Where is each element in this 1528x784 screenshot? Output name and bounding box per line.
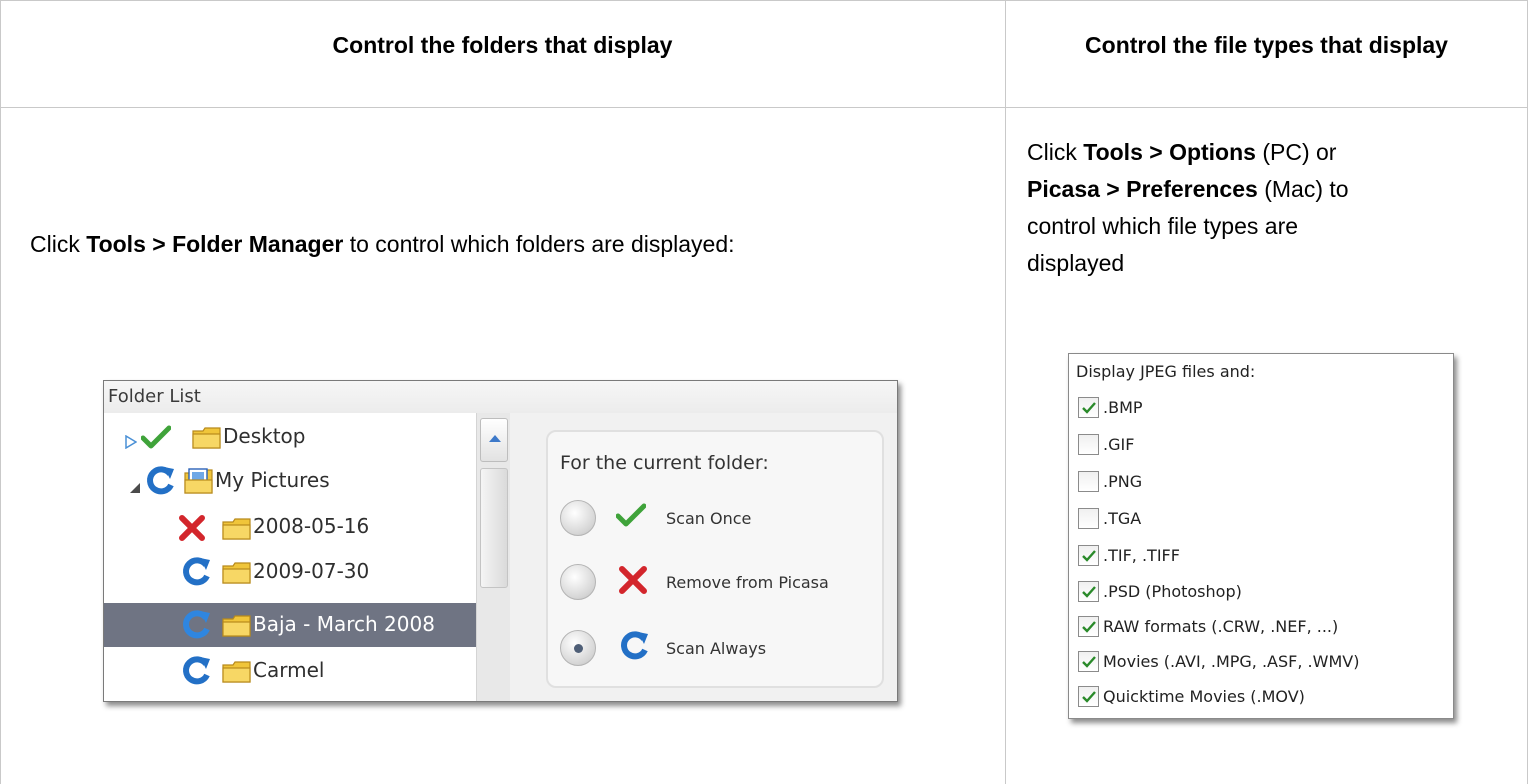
checkbox-bmp[interactable]: [1078, 397, 1099, 418]
folder-row-baja-march-2008[interactable]: Baja - March 2008: [104, 603, 476, 647]
folder-row-2008-05-16[interactable]: 2008-05-16: [104, 505, 476, 549]
file-types-panel: Display JPEG files and: .BMP .GIF .PNG .…: [1068, 353, 1454, 719]
checkmark-icon: [1082, 621, 1096, 633]
folder-name: My Pictures: [215, 468, 330, 492]
current-folder-options: For the current folder: Scan Once Remove…: [546, 430, 884, 688]
checkbox-quicktime[interactable]: [1078, 686, 1099, 707]
checkmark-icon: [1082, 550, 1096, 562]
instruction-line-4: displayed: [1027, 250, 1125, 276]
folder-row-my-pictures[interactable]: My Pictures: [104, 459, 476, 503]
grid-line-header-bottom: [0, 107, 1528, 108]
file-type-label: .PSD (Photoshop): [1103, 582, 1242, 601]
remove-x-icon: [178, 514, 206, 547]
remove-x-icon: [618, 565, 648, 600]
header-folders: Control the folders that display: [332, 32, 673, 58]
checkmark-icon: [1082, 402, 1096, 414]
checkbox-tif[interactable]: [1078, 545, 1099, 566]
file-type-label: RAW formats (.CRW, .NEF, ...): [1103, 617, 1339, 636]
folder-row-carmel[interactable]: Carmel: [104, 649, 476, 693]
folder-icon: [222, 615, 252, 642]
file-types-title: Display JPEG files and:: [1076, 362, 1256, 381]
refresh-icon: [180, 655, 212, 692]
instruction-menu-path: Tools > Folder Manager: [86, 231, 344, 257]
checkbox-tga[interactable]: [1078, 508, 1099, 529]
file-type-tga[interactable]: .TGA: [1078, 503, 1448, 533]
option-label: Scan Always: [666, 639, 767, 658]
folder-list-scrollbar[interactable]: [476, 413, 510, 701]
option-label: Scan Once: [666, 509, 752, 528]
checkbox-gif[interactable]: [1078, 434, 1099, 455]
folder-name: Desktop: [223, 424, 306, 448]
folder-name: 2008-05-16: [253, 514, 370, 538]
file-type-quicktime[interactable]: Quicktime Movies (.MOV): [1078, 681, 1448, 711]
file-type-label: .TGA: [1103, 509, 1142, 528]
folder-options-pane: For the current folder: Scan Once Remove…: [510, 413, 897, 701]
folder-list-title: Folder List: [104, 381, 897, 413]
file-type-label: .GIF: [1103, 435, 1135, 454]
folder-name: Baja - March 2008: [253, 612, 435, 636]
folder-icon: [222, 562, 252, 589]
folder-name: Carmel: [253, 658, 325, 682]
checkbox-movies[interactable]: [1078, 651, 1099, 672]
scroll-up-button[interactable]: [480, 418, 508, 462]
file-type-label: .TIF, .TIFF: [1103, 546, 1180, 565]
radio-selected-dot: [574, 644, 583, 653]
check-icon: [615, 503, 647, 532]
file-type-png[interactable]: .PNG: [1078, 466, 1448, 496]
folder-row-desktop[interactable]: Desktop: [104, 415, 476, 459]
file-types-instruction: Click Tools > Options (PC) or Picasa > P…: [1027, 134, 1507, 282]
refresh-icon: [180, 556, 212, 593]
checkbox-png[interactable]: [1078, 471, 1099, 492]
folder-name: 2009-07-30: [253, 559, 370, 583]
instruction-post: to control which folders are displayed:: [343, 231, 735, 257]
header-file-types: Control the file types that display: [1085, 32, 1448, 58]
my-pictures-folder-icon: [184, 468, 214, 499]
checkmark-icon: [1082, 691, 1096, 703]
file-type-label: .BMP: [1103, 398, 1143, 417]
instruction-line-3: control which file types are: [1027, 213, 1299, 239]
refresh-icon: [180, 609, 212, 646]
collapsed-triangle-icon[interactable]: [125, 430, 138, 454]
chevron-up-icon: [489, 435, 501, 442]
checkmark-icon: [1082, 586, 1096, 598]
radio-scan-once[interactable]: [560, 500, 596, 536]
file-type-tif[interactable]: .TIF, .TIFF: [1078, 540, 1448, 570]
folder-manager-panel: Folder List Desktop My Pictures 2008-05-…: [103, 380, 898, 702]
file-type-psd[interactable]: .PSD (Photoshop): [1078, 576, 1448, 606]
scroll-thumb[interactable]: [480, 468, 508, 588]
file-type-bmp[interactable]: .BMP: [1078, 392, 1448, 422]
option-label: Remove from Picasa: [666, 573, 829, 592]
folder-icon: [222, 518, 252, 545]
expanded-triangle-icon[interactable]: [129, 475, 141, 499]
option-scan-always[interactable]: Scan Always: [560, 626, 880, 670]
instruction-line-2: Picasa > Preferences (Mac) to: [1027, 176, 1349, 202]
option-scan-once[interactable]: Scan Once: [560, 496, 880, 540]
instruction-pre: Click: [30, 231, 87, 257]
radio-remove-from-picasa[interactable]: [560, 564, 596, 600]
checkbox-raw[interactable]: [1078, 616, 1099, 637]
folder-tree: Desktop My Pictures 2008-05-16 2009-07-3…: [104, 413, 476, 701]
grid-line-left: [0, 0, 1, 784]
file-type-raw[interactable]: RAW formats (.CRW, .NEF, ...): [1078, 611, 1448, 641]
file-type-label: .PNG: [1103, 472, 1143, 491]
file-type-movies[interactable]: Movies (.AVI, .MPG, .ASF, .WMV): [1078, 646, 1448, 676]
check-icon: [140, 425, 172, 454]
grid-line-top: [0, 0, 1528, 1]
folder-icon: [192, 427, 222, 454]
option-remove-from-picasa[interactable]: Remove from Picasa: [560, 560, 880, 604]
checkmark-icon: [1082, 656, 1096, 668]
grid-line-middle: [1005, 0, 1006, 784]
file-type-gif[interactable]: .GIF: [1078, 429, 1448, 459]
options-title: For the current folder:: [560, 452, 769, 474]
file-type-label: Quicktime Movies (.MOV): [1103, 687, 1305, 706]
instruction-line-1: Click Tools > Options (PC) or: [1027, 139, 1337, 165]
checkbox-psd[interactable]: [1078, 581, 1099, 602]
file-type-label: Movies (.AVI, .MPG, .ASF, .WMV): [1103, 652, 1360, 671]
refresh-icon: [618, 630, 650, 667]
folder-icon: [222, 661, 252, 688]
folder-row-2009-07-30[interactable]: 2009-07-30: [104, 550, 476, 594]
folder-manager-instruction: Click Tools > Folder Manager to control …: [30, 226, 735, 263]
radio-scan-always[interactable]: [560, 630, 596, 666]
refresh-icon: [144, 465, 176, 502]
